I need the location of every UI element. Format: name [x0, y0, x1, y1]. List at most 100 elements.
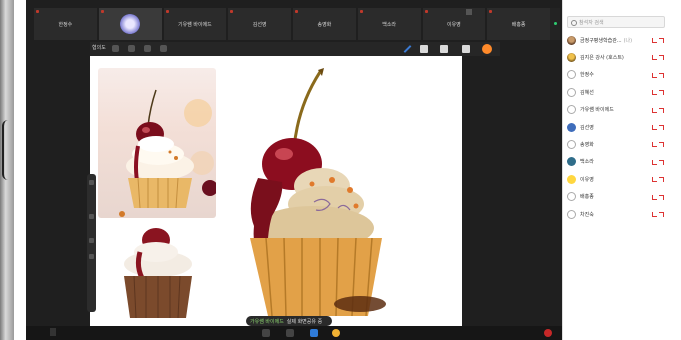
video-off-icon[interactable] [659, 142, 664, 148]
participant-tile[interactable]: 김선영 [228, 8, 291, 40]
participant-tile[interactable]: 송영화 [293, 8, 356, 40]
sharing-status-label: 실제 화면공유 중 [286, 318, 323, 325]
drawing-canvas[interactable] [90, 56, 462, 326]
muted-mic-icon [489, 10, 493, 13]
sharing-user-label: 가유쌤 바이에드 [250, 318, 284, 325]
video-off-icon[interactable] [659, 38, 664, 43]
layers-sidebar [87, 174, 96, 312]
muted-mic-icon[interactable] [652, 90, 657, 96]
muted-mic-icon [424, 10, 428, 13]
mic-icon[interactable] [262, 329, 270, 337]
participant-search-field[interactable]: 참석자 검색 [567, 16, 665, 28]
participant-tile[interactable]: 한정수 [34, 8, 97, 40]
avatar [567, 70, 576, 80]
muted-mic-icon[interactable] [652, 125, 657, 130]
reference-photo [98, 68, 216, 218]
participants-panel: 참석자 검색 금정구평생학습관... (나) 김지은 강사 (호스트) 한정수김혜선가… [562, 0, 667, 340]
meeting-control-bar [26, 326, 562, 340]
avatar [567, 157, 576, 167]
participant-row[interactable]: 한정수 [567, 69, 667, 81]
avatar [567, 35, 576, 45]
window-control-icon[interactable] [466, 9, 472, 15]
color-picker-swatch[interactable] [482, 44, 492, 54]
video-off-icon[interactable] [659, 90, 664, 96]
brush-tool-icon[interactable] [112, 45, 119, 52]
participant-row[interactable]: 김선영 [567, 121, 667, 133]
participant-name: 김선영 [580, 124, 594, 131]
video-off-icon[interactable] [659, 194, 664, 200]
participant-row[interactable]: 송영화 [567, 138, 667, 150]
clock-icon [50, 328, 56, 336]
background-photo-edge [0, 0, 14, 340]
participant-row[interactable]: 차진숙 [567, 208, 667, 220]
video-off-icon[interactable] [659, 159, 664, 165]
avatar [567, 174, 576, 184]
small-cupcake-sketch [124, 228, 192, 319]
leave-call-icon[interactable] [544, 329, 552, 337]
avatar [567, 192, 576, 202]
chat-icon[interactable] [286, 329, 294, 337]
participant-row[interactable]: 백소라 [567, 156, 667, 168]
participant-tile-name: 백소라 [382, 21, 397, 28]
participant-tile-name: 송영화 [317, 21, 332, 28]
avatar [567, 105, 576, 115]
layer-icon[interactable] [89, 254, 94, 259]
strip-next-button[interactable] [550, 8, 560, 40]
video-off-icon[interactable] [659, 107, 664, 113]
muted-mic-icon[interactable] [652, 177, 657, 183]
check-tool-icon[interactable] [128, 45, 135, 52]
participant-tile-video[interactable] [98, 8, 162, 40]
muted-mic-icon[interactable] [652, 159, 657, 165]
muted-mic-icon[interactable] [652, 142, 657, 148]
layer-icon[interactable] [89, 238, 94, 243]
eraser-tool-icon[interactable] [440, 45, 448, 53]
layer-icon[interactable] [89, 180, 94, 185]
video-off-icon[interactable] [659, 55, 664, 61]
muted-mic-icon[interactable] [652, 72, 657, 78]
pen-tool-icon[interactable] [144, 45, 151, 52]
participant-tile[interactable]: 이유영 [422, 8, 486, 40]
drawing-toolbar: 협의도 [90, 42, 500, 56]
muted-mic-icon [295, 10, 298, 13]
search-placeholder: 참석자 검색 [579, 20, 604, 26]
participant-row[interactable]: 이유영 [567, 173, 667, 185]
video-off-icon[interactable] [659, 177, 664, 183]
participant-name: 가유쌤 바이에드 [580, 107, 614, 114]
layers-tool-icon[interactable] [462, 45, 470, 53]
video-off-icon[interactable] [659, 125, 664, 130]
emoji-reaction-icon[interactable] [332, 329, 340, 337]
muted-mic-icon [100, 10, 104, 13]
blue-pen-icon[interactable] [402, 44, 412, 54]
muted-mic-icon[interactable] [652, 107, 657, 113]
participant-row[interactable]: 김혜선 [567, 86, 667, 98]
video-off-icon[interactable] [659, 72, 664, 78]
panel-scrollbar[interactable] [668, 0, 681, 340]
avatar [567, 122, 576, 132]
participant-name: 배홍종 [580, 194, 594, 201]
people-icon[interactable] [310, 329, 318, 337]
participant-name: 김지은 강사 (호스트) [580, 54, 624, 61]
muted-mic-icon[interactable] [652, 38, 657, 43]
layer-icon[interactable] [89, 214, 94, 219]
muted-mic-icon [359, 10, 363, 13]
marker-tool-icon[interactable] [420, 45, 428, 53]
participant-row[interactable]: 김지은 강사 (호스트) [567, 51, 667, 63]
participant-row[interactable]: 금정구평생학습관... (나) [567, 34, 667, 46]
search-icon [571, 20, 577, 26]
participant-row[interactable]: 가유쌤 바이에드 [567, 104, 667, 116]
muted-mic-icon[interactable] [652, 55, 657, 61]
webcam-thumbnail [120, 14, 141, 34]
participant-tile[interactable]: 기유쌤 바이에드 [163, 8, 227, 40]
muted-mic-icon[interactable] [652, 212, 657, 217]
main-cupcake-drawing [250, 68, 386, 317]
muted-mic-icon[interactable] [652, 194, 657, 200]
page-gap [14, 0, 26, 340]
pencil-tool-icon[interactable] [160, 45, 167, 52]
participant-tile[interactable]: 배홍종 [487, 8, 550, 40]
toolbar-label: 협의도 [92, 45, 106, 51]
avatar [567, 87, 576, 97]
video-off-icon[interactable] [659, 212, 664, 217]
participant-row[interactable]: 배홍종 [567, 191, 667, 203]
reference-cupcake-photo [119, 89, 216, 217]
participant-tile[interactable]: 백소라 [357, 8, 421, 40]
